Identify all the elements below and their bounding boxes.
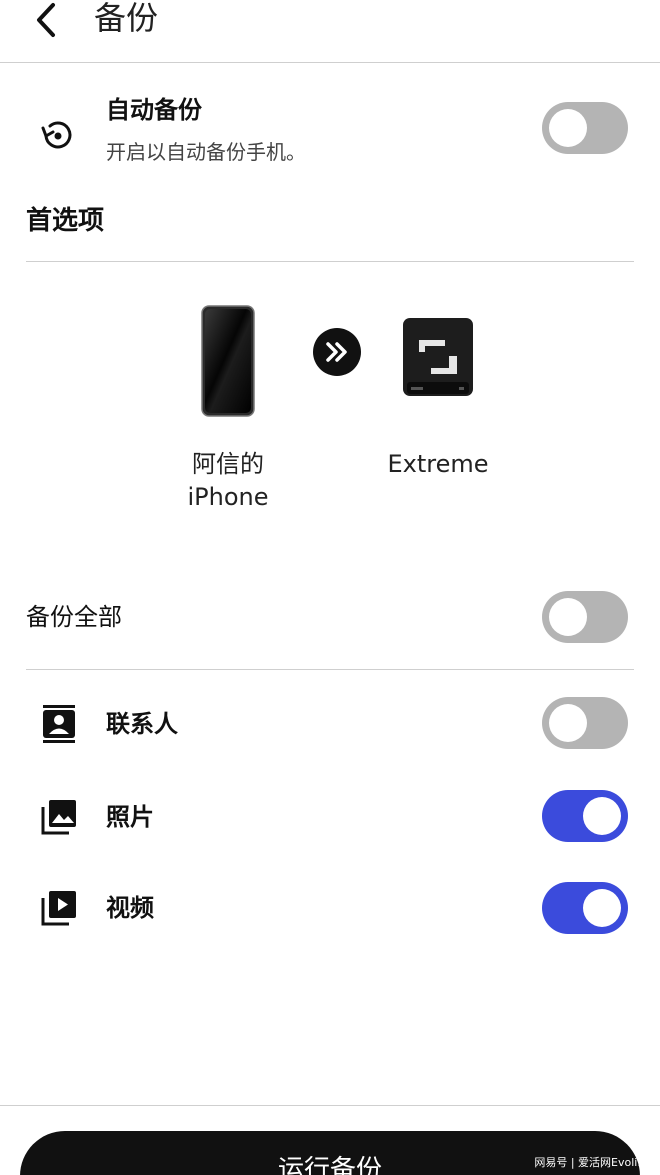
preferences-title: 首选项: [26, 206, 105, 236]
source-device-label-line2: iPhone: [187, 483, 269, 511]
photos-icon: [41, 800, 76, 835]
header-divider: [0, 62, 660, 63]
backup-all-toggle[interactable]: [542, 591, 628, 643]
photos-toggle[interactable]: [542, 790, 628, 842]
source-device-label-line1: 阿信的: [192, 450, 264, 478]
phone-icon: [201, 305, 255, 417]
videos-label: 视频: [106, 894, 154, 922]
target-device-label: Extreme: [387, 450, 489, 478]
chevron-left-icon: [37, 3, 55, 37]
toggle-knob: [549, 704, 587, 742]
contacts-icon: [43, 705, 75, 743]
contacts-toggle[interactable]: [542, 697, 628, 749]
page-title: 备份: [94, 0, 159, 37]
auto-backup-row: 自动备份 开启以自动备份手机。: [0, 86, 660, 176]
auto-backup-toggle[interactable]: [542, 102, 628, 154]
back-button[interactable]: [28, 0, 64, 40]
videos-icon: [41, 891, 76, 926]
videos-toggle[interactable]: [542, 882, 628, 934]
toggle-knob: [583, 889, 621, 927]
toggle-knob: [549, 598, 587, 636]
ssd-drive-icon: [403, 318, 473, 396]
backup-all-label: 备份全部: [26, 603, 122, 631]
auto-backup-title: 自动备份: [106, 96, 202, 124]
auto-backup-subtitle: 开启以自动备份手机。: [106, 140, 306, 164]
toggle-knob: [583, 797, 621, 835]
preferences-divider: [26, 261, 634, 262]
photos-label: 照片: [106, 803, 154, 831]
bottom-divider: [0, 1105, 660, 1106]
transfer-indicator: [313, 328, 361, 376]
double-chevron-right-icon: [326, 342, 347, 362]
header: 备份: [0, 0, 660, 62]
backup-all-divider: [26, 669, 634, 670]
source-device-label: 阿信的 iPhone: [168, 448, 288, 514]
watermark: 网易号 | 爱活网Evolife: [534, 1156, 648, 1169]
contacts-label: 联系人: [106, 710, 178, 738]
toggle-knob: [549, 109, 587, 147]
restore-icon: [41, 121, 72, 149]
